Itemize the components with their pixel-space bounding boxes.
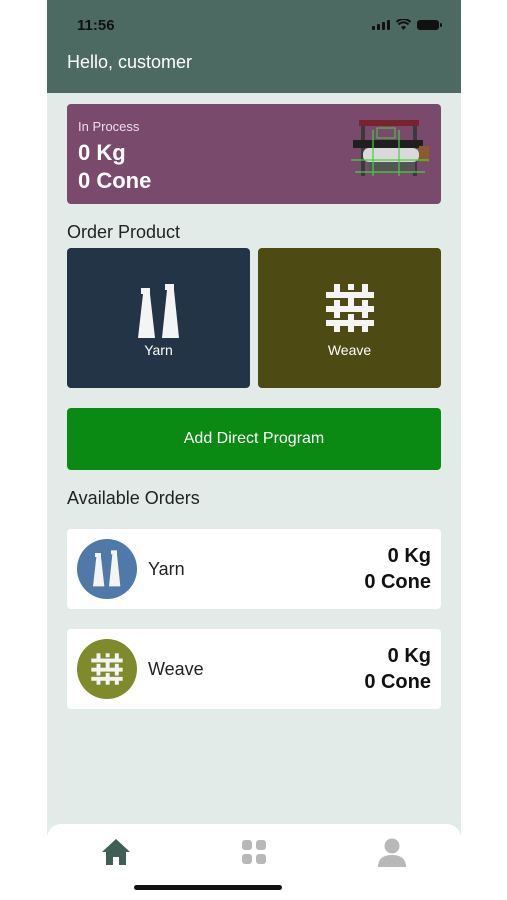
in-process-card[interactable]: In Process 0 Kg 0 Cone (67, 104, 441, 204)
home-indicator (134, 885, 282, 890)
yarn-cones-icon (93, 550, 121, 587)
weave-icon (325, 284, 374, 332)
order-name: Yarn (148, 559, 185, 579)
order-kg: 0 Kg (387, 545, 431, 567)
order-product-title: Order Product (67, 222, 181, 242)
in-process-label: In Process (78, 119, 140, 134)
greeting-text: Hello, customer (67, 52, 193, 72)
yarn-avatar (77, 539, 137, 599)
order-cone: 0 Cone (364, 671, 431, 693)
order-yarn-tile[interactable]: Yarn (67, 248, 250, 388)
profile-icon (378, 838, 406, 867)
weave-icon (91, 653, 123, 685)
yarn-cones-icon (137, 284, 179, 338)
add-direct-program-button[interactable]: Add Direct Program (67, 408, 441, 470)
order-kg: 0 Kg (387, 645, 431, 667)
weave-avatar (77, 639, 137, 699)
home-icon (102, 839, 130, 865)
status-icons (372, 19, 442, 30)
tab-profile[interactable] (372, 832, 412, 872)
battery-icon (417, 20, 442, 30)
grid-icon (242, 840, 266, 864)
order-weave-tile[interactable]: Weave (258, 248, 441, 388)
available-orders-title: Available Orders (67, 488, 200, 508)
loom-machine-icon (351, 120, 429, 176)
in-process-cone: 0 Cone (78, 168, 152, 193)
available-order-weave[interactable]: Weave 0 Kg 0 Cone (67, 629, 441, 709)
order-yarn-label: Yarn (144, 342, 173, 358)
in-process-kg: 0 Kg (78, 140, 126, 165)
available-order-yarn[interactable]: Yarn 0 Kg 0 Cone (67, 529, 441, 609)
status-time: 11:56 (77, 17, 115, 34)
tab-categories[interactable] (234, 832, 274, 872)
app-header: 11:56 Hello, customer (47, 0, 461, 93)
order-cone: 0 Cone (364, 571, 431, 593)
signal-icon (372, 20, 390, 30)
wifi-icon (396, 19, 411, 30)
app-screen: 11:56 Hello, customer In Process 0 Kg 0 … (47, 0, 461, 900)
tab-home[interactable] (96, 832, 136, 872)
order-weave-label: Weave (327, 342, 372, 358)
order-name: Weave (148, 659, 204, 679)
